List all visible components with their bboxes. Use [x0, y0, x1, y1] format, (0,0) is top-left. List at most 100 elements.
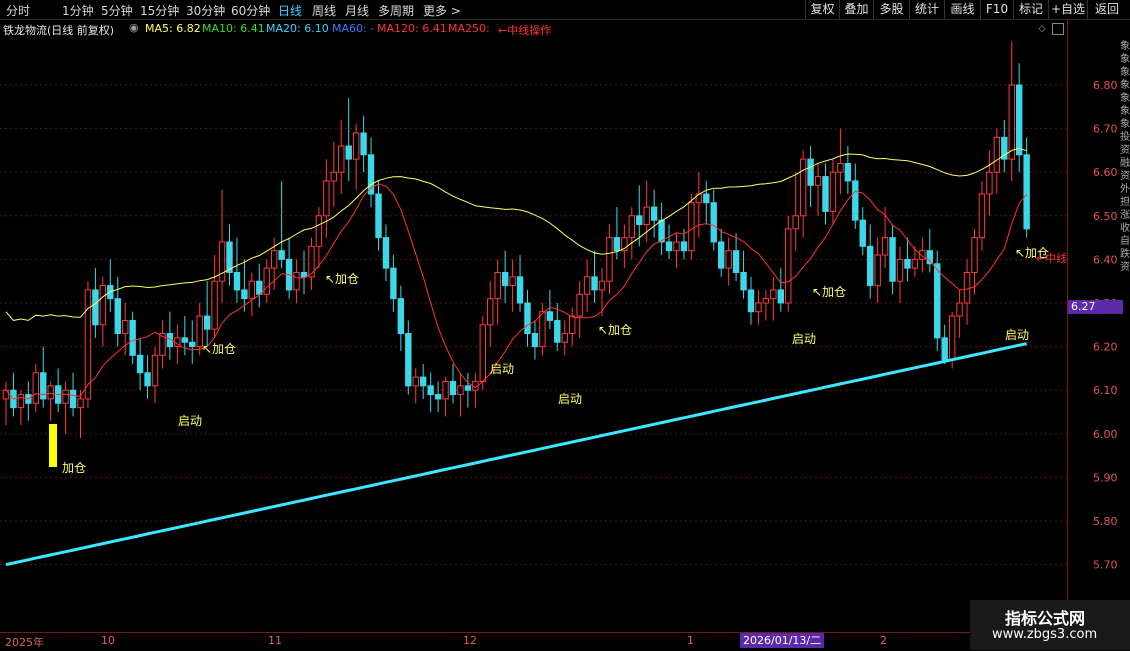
fuquan-button[interactable]: 复权 [805, 0, 839, 19]
candle-body [330, 171, 338, 182]
candle-body [807, 158, 814, 186]
tab-30min[interactable]: 30分钟 [186, 2, 225, 19]
stats-button[interactable]: 统计 [909, 0, 944, 19]
candle-body [412, 376, 419, 387]
candle-body [680, 241, 688, 252]
ma120-value: MA120: 6.41 [377, 22, 447, 35]
candle-body [740, 271, 747, 291]
candle-body [405, 333, 412, 387]
candle-body [434, 394, 442, 400]
candle-body [189, 341, 196, 348]
settings-icon[interactable]: ◉ [129, 21, 139, 34]
price-tick-label: 6.70 [1093, 123, 1118, 136]
tab-1min[interactable]: 1分钟 [62, 2, 94, 19]
tab-more[interactable]: 更多 > [423, 2, 461, 19]
candle-body [799, 158, 807, 217]
annotation-label: 启动 [558, 392, 583, 406]
candle-body [501, 271, 509, 287]
tab-15min[interactable]: 15分钟 [140, 2, 179, 19]
candle-body [837, 162, 844, 173]
candle-body [129, 319, 136, 356]
candle-body [978, 193, 986, 239]
ma5-value: MA5: 6.82 [145, 22, 201, 35]
candle-body [911, 258, 919, 269]
annotation-label: ↖加仓 [202, 342, 237, 356]
tab-5min[interactable]: 5分钟 [101, 2, 133, 19]
candle-body [785, 228, 792, 304]
candle-body [487, 298, 494, 326]
tab-monthly[interactable]: 月线 [345, 2, 369, 19]
candle-body [822, 176, 829, 212]
overlay-button[interactable]: 叠加 [839, 0, 873, 19]
candle-body [934, 263, 941, 339]
candle-body [673, 241, 680, 252]
candle-body [338, 145, 345, 173]
candle-body [293, 271, 300, 291]
candle-body [1008, 84, 1015, 160]
candle-body [881, 237, 889, 256]
toolbar: 分时 1分钟 5分钟 15分钟 30分钟 60分钟 日线 周线 月线 多周期 更… [0, 0, 1130, 20]
candle-body [650, 206, 658, 221]
window-icon[interactable] [1052, 23, 1064, 35]
candle-body [62, 389, 69, 404]
tab-weekly[interactable]: 周线 [312, 2, 336, 19]
candle-body [464, 385, 472, 391]
current-price-tag: 6.27 [1068, 300, 1123, 314]
candle-body [397, 298, 405, 335]
candle-body [606, 237, 613, 282]
candle-body [569, 315, 576, 335]
candle-body [755, 302, 762, 313]
candle-body [941, 337, 948, 361]
candle-body [658, 219, 665, 243]
candle-body [92, 289, 99, 326]
candle-body [233, 271, 241, 291]
watermark-url: www.zbgs3.com [992, 627, 1098, 642]
annotation-label: ↖加仓 [598, 323, 633, 337]
annotation-label: ←中线 [1036, 252, 1066, 265]
tab-multi-period[interactable]: 多周期 [378, 2, 414, 19]
strategy-note: ←中线操作 [498, 24, 552, 37]
candle-body [561, 333, 568, 343]
ma10-value: MA10: 6.41 [202, 22, 265, 35]
tab-fenshi[interactable]: 分时 [6, 2, 30, 19]
side-panel-strip[interactable]: 象象象象象象象投资融资外担涨收自跌资 [1120, 40, 1130, 420]
tab-daily[interactable]: 日线 [278, 2, 302, 19]
tab-60min[interactable]: 60分钟 [231, 2, 270, 19]
candle-body [971, 237, 978, 273]
add-watchlist-button[interactable]: +自选 [1048, 0, 1087, 19]
candle-body [479, 324, 487, 382]
candle-body [32, 372, 39, 404]
candle-body [792, 215, 799, 230]
diamond-icon[interactable]: ◇ [1036, 23, 1048, 35]
draw-line-button[interactable]: 画线 [944, 0, 980, 19]
back-button[interactable]: 返回 [1087, 0, 1126, 19]
annotation-label: ↖加仓 [325, 272, 360, 286]
candle-body [271, 250, 278, 269]
candle-body [814, 176, 822, 186]
candle-body [703, 193, 710, 204]
multi-stock-button[interactable]: 多股 [873, 0, 909, 19]
mark-button[interactable]: 标记 [1013, 0, 1048, 19]
candle-body [993, 136, 1001, 173]
candle-body [591, 276, 598, 291]
candle-body [256, 280, 263, 295]
price-axis-divider [1067, 20, 1068, 632]
candle-body [1023, 154, 1030, 230]
f10-button[interactable]: F10 [980, 0, 1013, 19]
candle-body [122, 319, 129, 335]
candle-body [665, 241, 673, 252]
candle-body [449, 380, 457, 396]
candle-body [904, 258, 911, 269]
indicator-info-bar: 铁龙物流(日线 前复权) ◉ MA5: 6.82 MA10: 6.41 MA20… [0, 20, 1070, 38]
price-tick-label: 6.10 [1093, 384, 1118, 397]
candle-body [47, 385, 54, 400]
price-tick-label: 6.80 [1093, 79, 1118, 92]
candle-body [732, 250, 740, 273]
candlestick-chart[interactable]: 6.806.706.606.506.406.306.206.106.005.90… [0, 0, 1130, 650]
candle-body [69, 389, 77, 409]
candle-body [762, 298, 770, 304]
candle-body [248, 280, 256, 300]
date-label: 2025年 [5, 636, 44, 649]
candle-body [524, 302, 531, 335]
candle-body [390, 267, 397, 300]
